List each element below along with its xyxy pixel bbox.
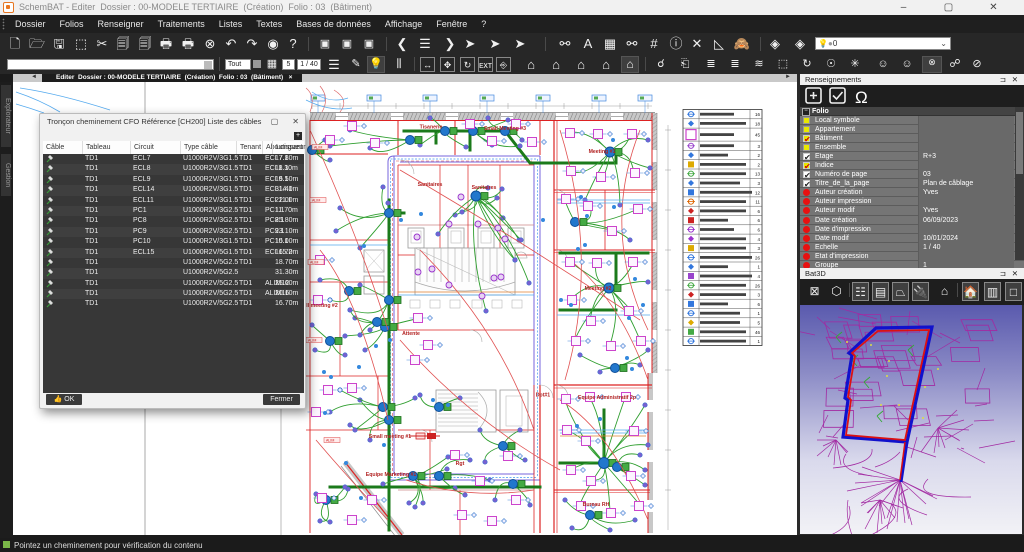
svg-text:ALIM: ALIM [310, 261, 318, 265]
svg-text:ALIM: ALIM [308, 339, 316, 343]
svg-text:Dpt#1: Dpt#1 [536, 393, 551, 399]
svg-text:26: 26 [755, 283, 761, 288]
svg-text:45: 45 [755, 133, 761, 138]
svg-text:Small Meeting #3: Small Meeting #3 [484, 126, 526, 132]
svg-text:Ω: Ω [855, 88, 868, 107]
svg-text:Tisanerie: Tisanerie [420, 125, 443, 131]
svg-text:Equipe Marketing #1: Equipe Marketing #1 [366, 472, 417, 478]
svg-text:Bureau RH: Bureau RH [583, 502, 610, 508]
svg-text:46: 46 [755, 330, 761, 335]
svg-text:Meeting #2: Meeting #2 [585, 286, 612, 292]
svg-text:ALIM: ALIM [326, 439, 334, 443]
svg-text:13: 13 [755, 172, 761, 177]
svg-text:ALIM: ALIM [312, 199, 320, 203]
svg-text:26: 26 [755, 255, 761, 260]
svg-text:ALIM: ALIM [314, 146, 322, 150]
svg-text:Attente: Attente [402, 331, 420, 337]
svg-text:11: 11 [755, 200, 760, 205]
svg-text:Small meeting #1: Small meeting #1 [369, 434, 411, 440]
svg-text:Rgt: Rgt [456, 461, 465, 467]
svg-text:18: 18 [755, 122, 761, 127]
svg-text:Sanitaires: Sanitaires [472, 185, 497, 191]
svg-text:Meeting #1: Meeting #1 [589, 149, 616, 155]
svg-text:12: 12 [755, 190, 761, 195]
svg-text:16: 16 [755, 112, 761, 117]
svg-text:Equipe Administratif 2p: Equipe Administratif 2p [578, 395, 636, 401]
svg-text:Sanitaires: Sanitaires [418, 182, 443, 188]
svg-text:ll meeting #2: ll meeting #2 [306, 303, 338, 309]
